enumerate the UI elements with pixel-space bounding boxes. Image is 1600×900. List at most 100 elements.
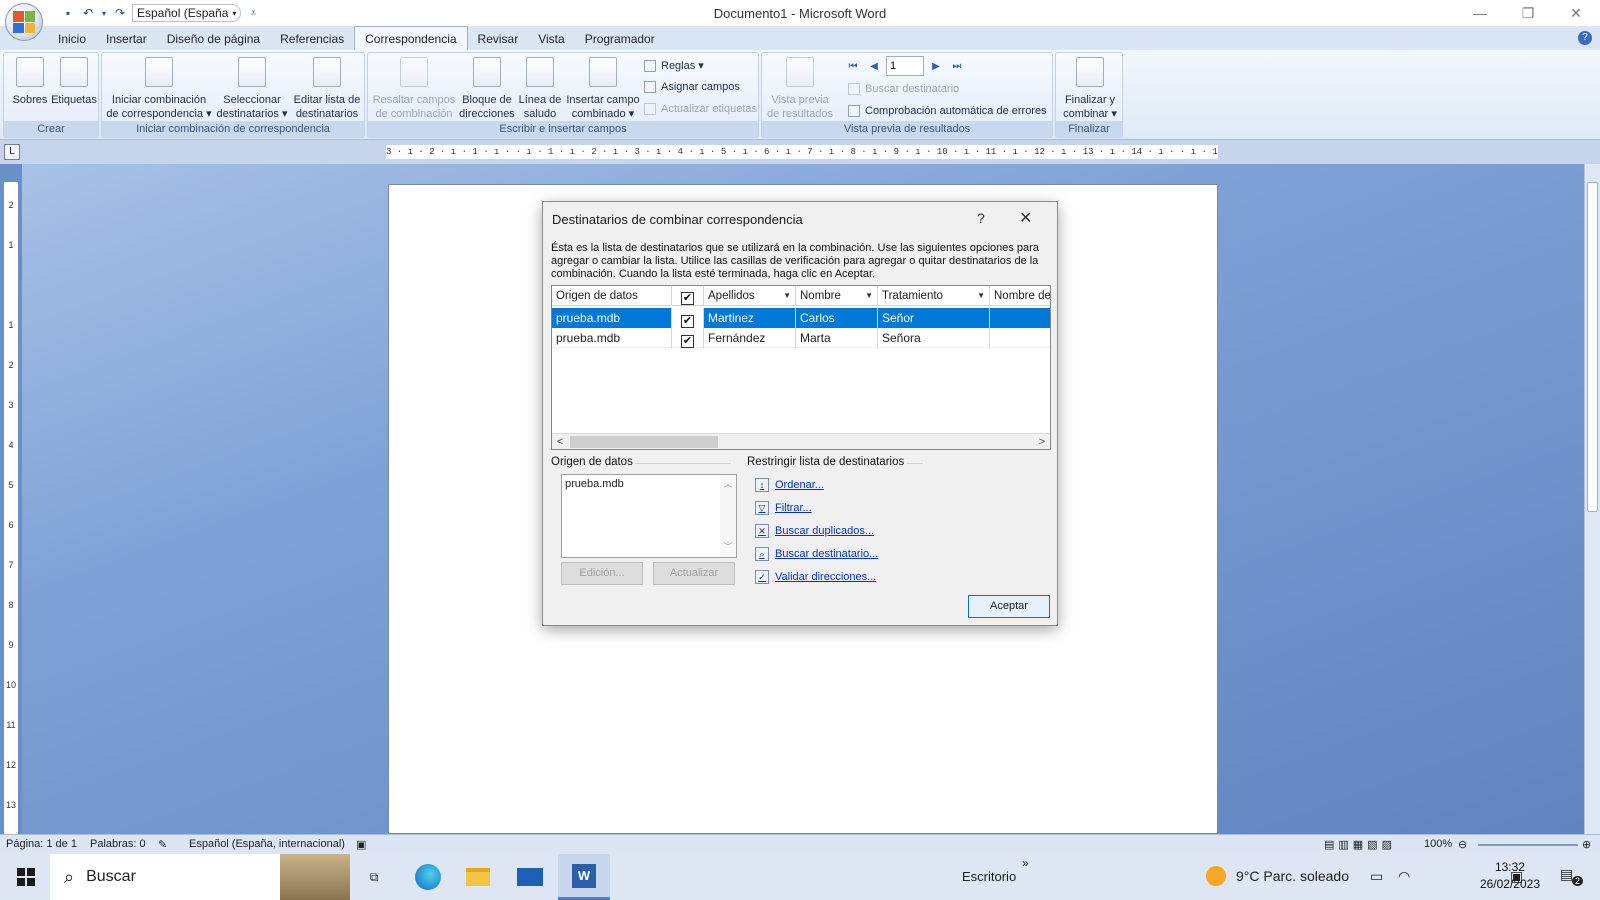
zoom-slider[interactable] <box>1478 844 1578 846</box>
first-record-icon[interactable]: ⏮ <box>844 57 862 75</box>
wifi-icon[interactable]: ◠ <box>1398 868 1410 885</box>
refresh-button[interactable]: Actualizar <box>653 562 735 585</box>
chevron-down-icon[interactable]: ▼ <box>783 286 791 305</box>
horizontal-ruler[interactable]: 3 · ı · 2 · ı · 1 · ı · · ı · 1 · ı · 2 … <box>386 145 1218 159</box>
windows-start-icon[interactable] <box>2 854 50 900</box>
proofing-icon[interactable]: ✎ <box>158 838 167 851</box>
zoom-in-icon[interactable]: ⊕ <box>1582 838 1591 851</box>
tab-diseno-pagina[interactable]: Diseño de página <box>157 26 270 50</box>
tab-insertar[interactable]: Insertar <box>96 26 157 50</box>
zoom-out-icon[interactable]: ⊖ <box>1458 838 1467 851</box>
column-header-check[interactable]: ✔ <box>672 286 704 306</box>
dialog-help-icon[interactable]: ? <box>977 210 985 226</box>
mail-icon[interactable] <box>506 854 554 900</box>
horizontal-scrollbar[interactable]: < > <box>552 433 1050 449</box>
tab-selector-icon[interactable]: L <box>4 144 20 160</box>
edge-icon[interactable] <box>404 854 452 900</box>
tab-referencias[interactable]: Referencias <box>270 26 354 50</box>
office-button[interactable] <box>5 3 43 41</box>
chevron-down-icon[interactable]: ▼ <box>977 286 985 305</box>
select-all-checkbox[interactable]: ✔ <box>681 292 694 305</box>
file-explorer-icon[interactable] <box>454 854 502 900</box>
column-header-nombre-de[interactable]: Nombre de <box>990 286 1050 306</box>
data-source-list[interactable]: prueba.mdb ︿ ﹀ <box>561 474 737 558</box>
macro-record-icon[interactable]: ▣ <box>356 838 366 851</box>
undo-icon[interactable]: ↶ <box>80 5 96 21</box>
next-record-icon[interactable]: ▶ <box>927 57 945 75</box>
weather-text[interactable]: 9°C Parc. soleado <box>1236 868 1349 884</box>
record-number-input[interactable] <box>886 56 924 76</box>
show-desktop-icon[interactable]: ▣ <box>1510 868 1523 885</box>
find-recipient-link[interactable]: ⌕ Buscar destinatario... <box>755 547 878 561</box>
comprobacion-errores-button[interactable]: Comprobación automática de errores <box>848 105 1047 117</box>
language-status[interactable]: Español (España, internacional) <box>189 838 345 850</box>
restore-icon[interactable]: ❐ <box>1504 0 1552 26</box>
vertical-ruler[interactable]: 2 1 1 2 3 4 5 6 7 8 9 10 11 12 13 <box>4 182 18 834</box>
chevron-right-icon[interactable]: » <box>1022 856 1029 870</box>
insertar-campo-button[interactable]: Insertar campo combinado ▾ <box>564 57 642 121</box>
dialog-close-icon[interactable]: ✕ <box>1019 208 1032 228</box>
save-icon[interactable]: ▪ <box>60 5 76 21</box>
etiquetas-button[interactable]: Etiquetas <box>50 57 98 107</box>
linea-saludo-button[interactable]: Línea de saludo <box>516 57 564 121</box>
editar-lista-button[interactable]: Editar lista de destinatarios <box>290 57 364 121</box>
reglas-button[interactable]: Reglas ▾ <box>644 59 704 72</box>
scroll-left-icon[interactable]: < <box>552 434 568 450</box>
filter-link[interactable]: ▽ Filtrar... <box>755 501 812 515</box>
customize-toolbar-icon[interactable]: ⩡ <box>245 5 261 21</box>
column-header-tratamiento[interactable]: Tratamiento ▼ <box>878 286 990 306</box>
column-header-apellidos[interactable]: Apellidos ▼ <box>704 286 796 306</box>
find-duplicates-link[interactable]: ✕ Buscar duplicados... <box>755 524 874 538</box>
scroll-right-icon[interactable]: > <box>1034 434 1050 450</box>
sobres-button[interactable]: Sobres <box>10 57 50 107</box>
tab-vista[interactable]: Vista <box>528 26 574 50</box>
buscar-destinatario-button[interactable]: Buscar destinatario <box>848 83 959 95</box>
list-scrollbar[interactable]: ︿ ﹀ <box>720 475 736 557</box>
tab-revisar[interactable]: Revisar <box>468 26 529 50</box>
column-header-nombre[interactable]: Nombre ▼ <box>796 286 878 306</box>
table-row[interactable]: prueba.mdb ✔ Fernández Marta Señora <box>552 328 1050 348</box>
table-row[interactable]: prueba.mdb ✔ Martinez Carlos Señor <box>552 308 1050 328</box>
edit-button[interactable]: Edición... <box>561 562 643 585</box>
sort-link[interactable]: ↕ Ordenar... <box>755 478 824 492</box>
column-header-origen[interactable]: Origen de datos <box>552 286 672 306</box>
chevron-up-icon[interactable]: ︿ <box>720 477 736 490</box>
tab-inicio[interactable]: Inicio <box>48 26 96 50</box>
help-icon[interactable]: ? <box>1578 31 1592 45</box>
view-buttons[interactable]: ▤▥▦▧▨ <box>1324 838 1396 851</box>
last-record-icon[interactable]: ⏭ <box>948 57 966 75</box>
word-app-icon[interactable]: W <box>558 854 610 900</box>
row-checkbox[interactable]: ✔ <box>681 335 694 348</box>
task-view-icon[interactable]: ⧉ <box>350 854 398 900</box>
chevron-down-icon[interactable]: ﹀ <box>720 540 736 553</box>
redo-icon[interactable]: ↷ <box>112 5 128 21</box>
scrollbar-thumb[interactable] <box>570 436 718 448</box>
validate-addresses-link[interactable]: ✓ Validar direcciones... <box>755 570 876 584</box>
resaltar-campos-button[interactable]: Resaltar campos de combinación <box>370 57 458 121</box>
undo-dropdown-icon[interactable]: ▾ <box>100 5 108 21</box>
chevron-down-icon[interactable]: ▼ <box>865 286 873 305</box>
tab-correspondencia[interactable]: Correspondencia <box>354 26 468 50</box>
minimize-icon[interactable]: — <box>1456 0 1504 26</box>
ok-button[interactable]: Aceptar <box>968 595 1050 618</box>
word-count[interactable]: Palabras: 0 <box>90 838 146 850</box>
vista-previa-button[interactable]: Vista previa de resultados <box>764 57 836 121</box>
row-checkbox[interactable]: ✔ <box>681 315 694 328</box>
seleccionar-destinatarios-button[interactable]: Seleccionar destinatarios ▾ <box>214 57 290 121</box>
asignar-campos-button[interactable]: Asignar campos <box>644 81 740 93</box>
language-selector[interactable]: Español (España ▾ <box>132 4 242 22</box>
zoom-level[interactable]: 100% <box>1424 838 1452 850</box>
close-icon[interactable]: ✕ <box>1552 0 1600 26</box>
data-source-item[interactable]: prueba.mdb <box>565 478 733 490</box>
page-count[interactable]: Página: 1 de 1 <box>6 838 77 850</box>
finalizar-combinar-button[interactable]: Finalizar y combinar ▾ <box>1058 57 1122 121</box>
bloque-direcciones-button[interactable]: Bloque de direcciones <box>458 57 516 121</box>
taskbar-search[interactable]: ⌕ Buscar <box>50 854 350 900</box>
vertical-scrollbar[interactable] <box>1584 164 1600 834</box>
tab-programador[interactable]: Programador <box>575 26 665 50</box>
scrollbar-thumb[interactable] <box>1587 182 1598 512</box>
actualizar-etiquetas-button[interactable]: Actualizar etiquetas <box>644 103 757 115</box>
battery-icon[interactable]: ▭ <box>1370 868 1383 885</box>
desktop-label[interactable]: Escritorio <box>962 869 1016 884</box>
iniciar-combinacion-button[interactable]: Iniciar combinación de correspondencia ▾ <box>104 57 214 121</box>
